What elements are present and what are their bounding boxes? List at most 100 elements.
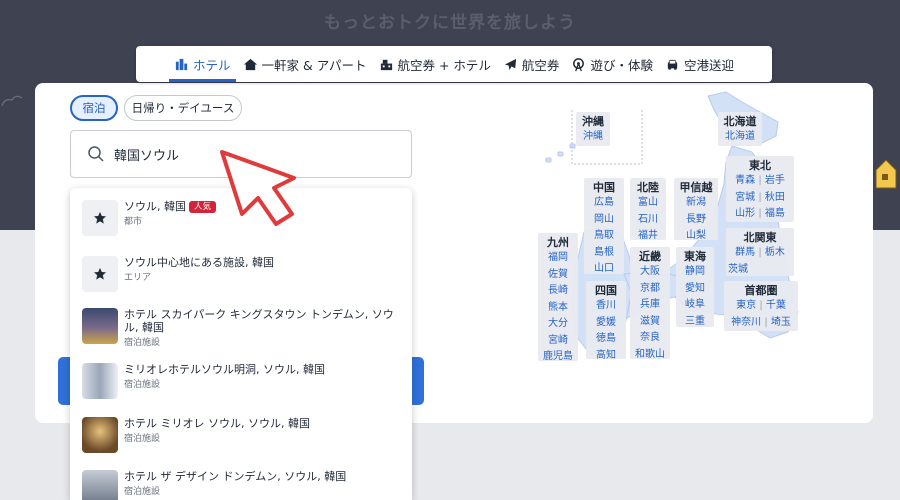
region-chugoku[interactable]: 中国 広島 岡山 鳥取 島根 山口 [584, 178, 624, 274]
region-name: 九州 [547, 236, 569, 249]
prefecture-link[interactable]: 長野 [674, 212, 718, 229]
tab-flight-hotel[interactable]: 航空券 + ホテル [374, 46, 496, 82]
prefecture-link[interactable]: 愛知 [676, 281, 714, 298]
search-icon [88, 146, 104, 162]
tab-label: 航空券 + ホテル [397, 57, 491, 73]
prefecture-link[interactable]: 高知 [586, 348, 626, 365]
day-use-toggle[interactable]: 日帰り・デイユース [124, 95, 242, 121]
region-kitakanto[interactable]: 北関東 群馬 | 栃木 茨城 [726, 228, 794, 276]
tab-airport-transfer[interactable]: 空港送迎 [660, 46, 739, 82]
prefecture-link[interactable]: 栃木 [765, 247, 785, 258]
tab-label: ホテル [193, 57, 231, 73]
prefecture-link[interactable]: 青森 [735, 175, 755, 186]
tab-activities[interactable]: 遊び・体験 [566, 46, 658, 82]
region-name: 中国 [593, 181, 615, 194]
prefecture-link[interactable]: 神奈川 [731, 317, 761, 328]
overnight-stay-toggle[interactable]: 宿泊 [70, 95, 118, 121]
prefecture-link[interactable]: 京都 [630, 281, 670, 298]
region-okinawa[interactable]: 沖縄 沖縄 [576, 112, 610, 146]
suggestion-type: 宿泊施設 [124, 380, 161, 390]
region-name: 東海 [684, 250, 706, 263]
japan-region-map: 沖縄 沖縄 北海道 北海道 東北 青森 | 岩手 宮城 | 秋田 山形 | 福島… [520, 88, 820, 388]
tab-house-apartment[interactable]: 一軒家 & アパート [238, 46, 372, 82]
prefecture-link[interactable]: 岩手 [765, 175, 785, 186]
region-hokuriku[interactable]: 北陸 富山 石川 福井 [630, 178, 666, 241]
prefecture-link[interactable]: 石川 [630, 212, 666, 229]
prefecture-link[interactable]: 山形 [735, 208, 755, 219]
prefecture-link[interactable]: 愛媛 [586, 315, 626, 332]
prefecture-link[interactable]: 福島 [765, 208, 785, 219]
prefecture-link[interactable]: 島根 [584, 245, 624, 262]
prefecture-link[interactable]: 鳥取 [584, 228, 624, 245]
region-name: 首都圏 [744, 284, 778, 297]
prefecture-link[interactable]: 三重 [676, 314, 714, 331]
prefecture-link[interactable]: 山口 [584, 261, 624, 278]
cloud-decoration-icon [1, 95, 23, 107]
prefecture-link[interactable]: 滋賀 [630, 314, 670, 331]
prefecture-link[interactable]: 東京 [736, 300, 756, 311]
suggestion-item[interactable]: ソウル中心地にある施設, 韓国 エリア [70, 256, 412, 296]
prefecture-link[interactable]: 熊本 [538, 300, 578, 317]
prefecture-link[interactable]: 群馬 [735, 247, 755, 258]
region-tokai[interactable]: 東海 静岡 愛知 岐阜 三重 [676, 247, 714, 327]
prefecture-link[interactable]: 奈良 [630, 330, 670, 347]
prefecture-link[interactable]: 佐賀 [538, 267, 578, 284]
prefecture-link[interactable]: 北海道 [718, 129, 762, 146]
hotel-icon [175, 58, 188, 70]
suggestion-title: ホテル ミリオレ ソウル, ソウル, 韓国 [124, 417, 310, 430]
region-name: 沖縄 [582, 115, 604, 128]
prefecture-link[interactable]: 広島 [584, 195, 624, 212]
prefecture-link[interactable]: 千葉 [766, 300, 786, 311]
suggestion-title: ソウル中心地にある施設, 韓国 [124, 256, 274, 269]
prefecture-link[interactable]: 富山 [630, 195, 666, 212]
suggestion-item[interactable]: ホテル ミリオレ ソウル, ソウル, 韓国 宿泊施設 [70, 417, 412, 457]
region-hokkaido[interactable]: 北海道 北海道 [718, 112, 762, 146]
tab-label: 一軒家 & アパート [261, 57, 367, 73]
suggestion-item[interactable]: ミリオレホテルソウル明洞, ソウル, 韓国 宿泊施設 [70, 363, 412, 403]
prefecture-link[interactable]: 福井 [630, 228, 666, 245]
prefecture-link[interactable]: 長崎 [538, 283, 578, 300]
region-koshinetsu[interactable]: 甲信越 新潟 長野 山梨 [674, 178, 718, 241]
suggestion-title: ホテル スカイパーク キングスタウン トンデムン, ソウル, 韓国 [124, 308, 394, 334]
tab-label: 遊び・体験 [590, 57, 653, 73]
prefecture-link[interactable]: 徳島 [586, 331, 626, 348]
prefecture-link[interactable]: 宮城 [735, 192, 755, 203]
prefecture-link[interactable]: 静岡 [676, 264, 714, 281]
suggestion-item[interactable]: ホテル スカイパーク キングスタウン トンデムン, ソウル, 韓国 宿泊施設 [70, 308, 412, 348]
prefecture-link[interactable]: 福岡 [538, 250, 578, 267]
prefecture-link[interactable]: 岐阜 [676, 297, 714, 314]
prefecture-link[interactable]: 鹿児島 [538, 349, 578, 366]
region-shikoku[interactable]: 四国 香川 愛媛 徳島 高知 [586, 281, 626, 361]
prefecture-link[interactable]: 茨城 [726, 262, 794, 279]
prefecture-link[interactable]: 埼玉 [771, 317, 791, 328]
prefecture-link[interactable]: 和歌山 [630, 347, 670, 364]
prefecture-link[interactable]: 香川 [586, 298, 626, 315]
region-kinki[interactable]: 近畿 大阪 京都 兵庫 滋賀 奈良 和歌山 [630, 247, 670, 360]
suggestion-title: ソウル, 韓国 [124, 200, 186, 213]
prefecture-link[interactable]: 岡山 [584, 212, 624, 229]
region-tohoku[interactable]: 東北 青森 | 岩手 宮城 | 秋田 山形 | 福島 [726, 156, 794, 222]
prefecture-link[interactable]: 新潟 [674, 195, 718, 212]
hotel-photo [82, 308, 118, 344]
region-name: 北海道 [723, 115, 757, 128]
region-kyushu[interactable]: 九州 福岡 佐賀 長崎 熊本 大分 宮崎 鹿児島 [538, 233, 578, 362]
tab-label: 空港送迎 [683, 57, 734, 73]
tab-flights[interactable]: 航空券 [498, 46, 565, 82]
prefecture-link[interactable]: 沖縄 [576, 129, 610, 146]
prefecture-link[interactable]: 兵庫 [630, 297, 670, 314]
prefecture-link[interactable]: 大分 [538, 316, 578, 333]
region-name: 甲信越 [679, 181, 713, 194]
prefecture-link[interactable]: 宮崎 [538, 333, 578, 350]
prefecture-link[interactable]: 大阪 [630, 264, 670, 281]
cursor-arrow-icon [220, 150, 296, 226]
house-decoration-icon [875, 159, 897, 189]
hotel-photo [82, 363, 118, 399]
star-icon [82, 256, 118, 292]
suggestion-item[interactable]: ホテル ザ デザイン ドンデムン, ソウル, 韓国 宿泊施設 [70, 470, 412, 500]
prefecture-link[interactable]: 山梨 [674, 228, 718, 245]
region-shutoken[interactable]: 首都圏 東京 | 千葉 神奈川 | 埼玉 [724, 281, 798, 331]
region-name: 北関東 [743, 231, 777, 244]
tab-hotel[interactable]: ホテル [169, 46, 236, 82]
prefecture-link[interactable]: 秋田 [765, 192, 785, 203]
region-name: 四国 [595, 284, 617, 297]
